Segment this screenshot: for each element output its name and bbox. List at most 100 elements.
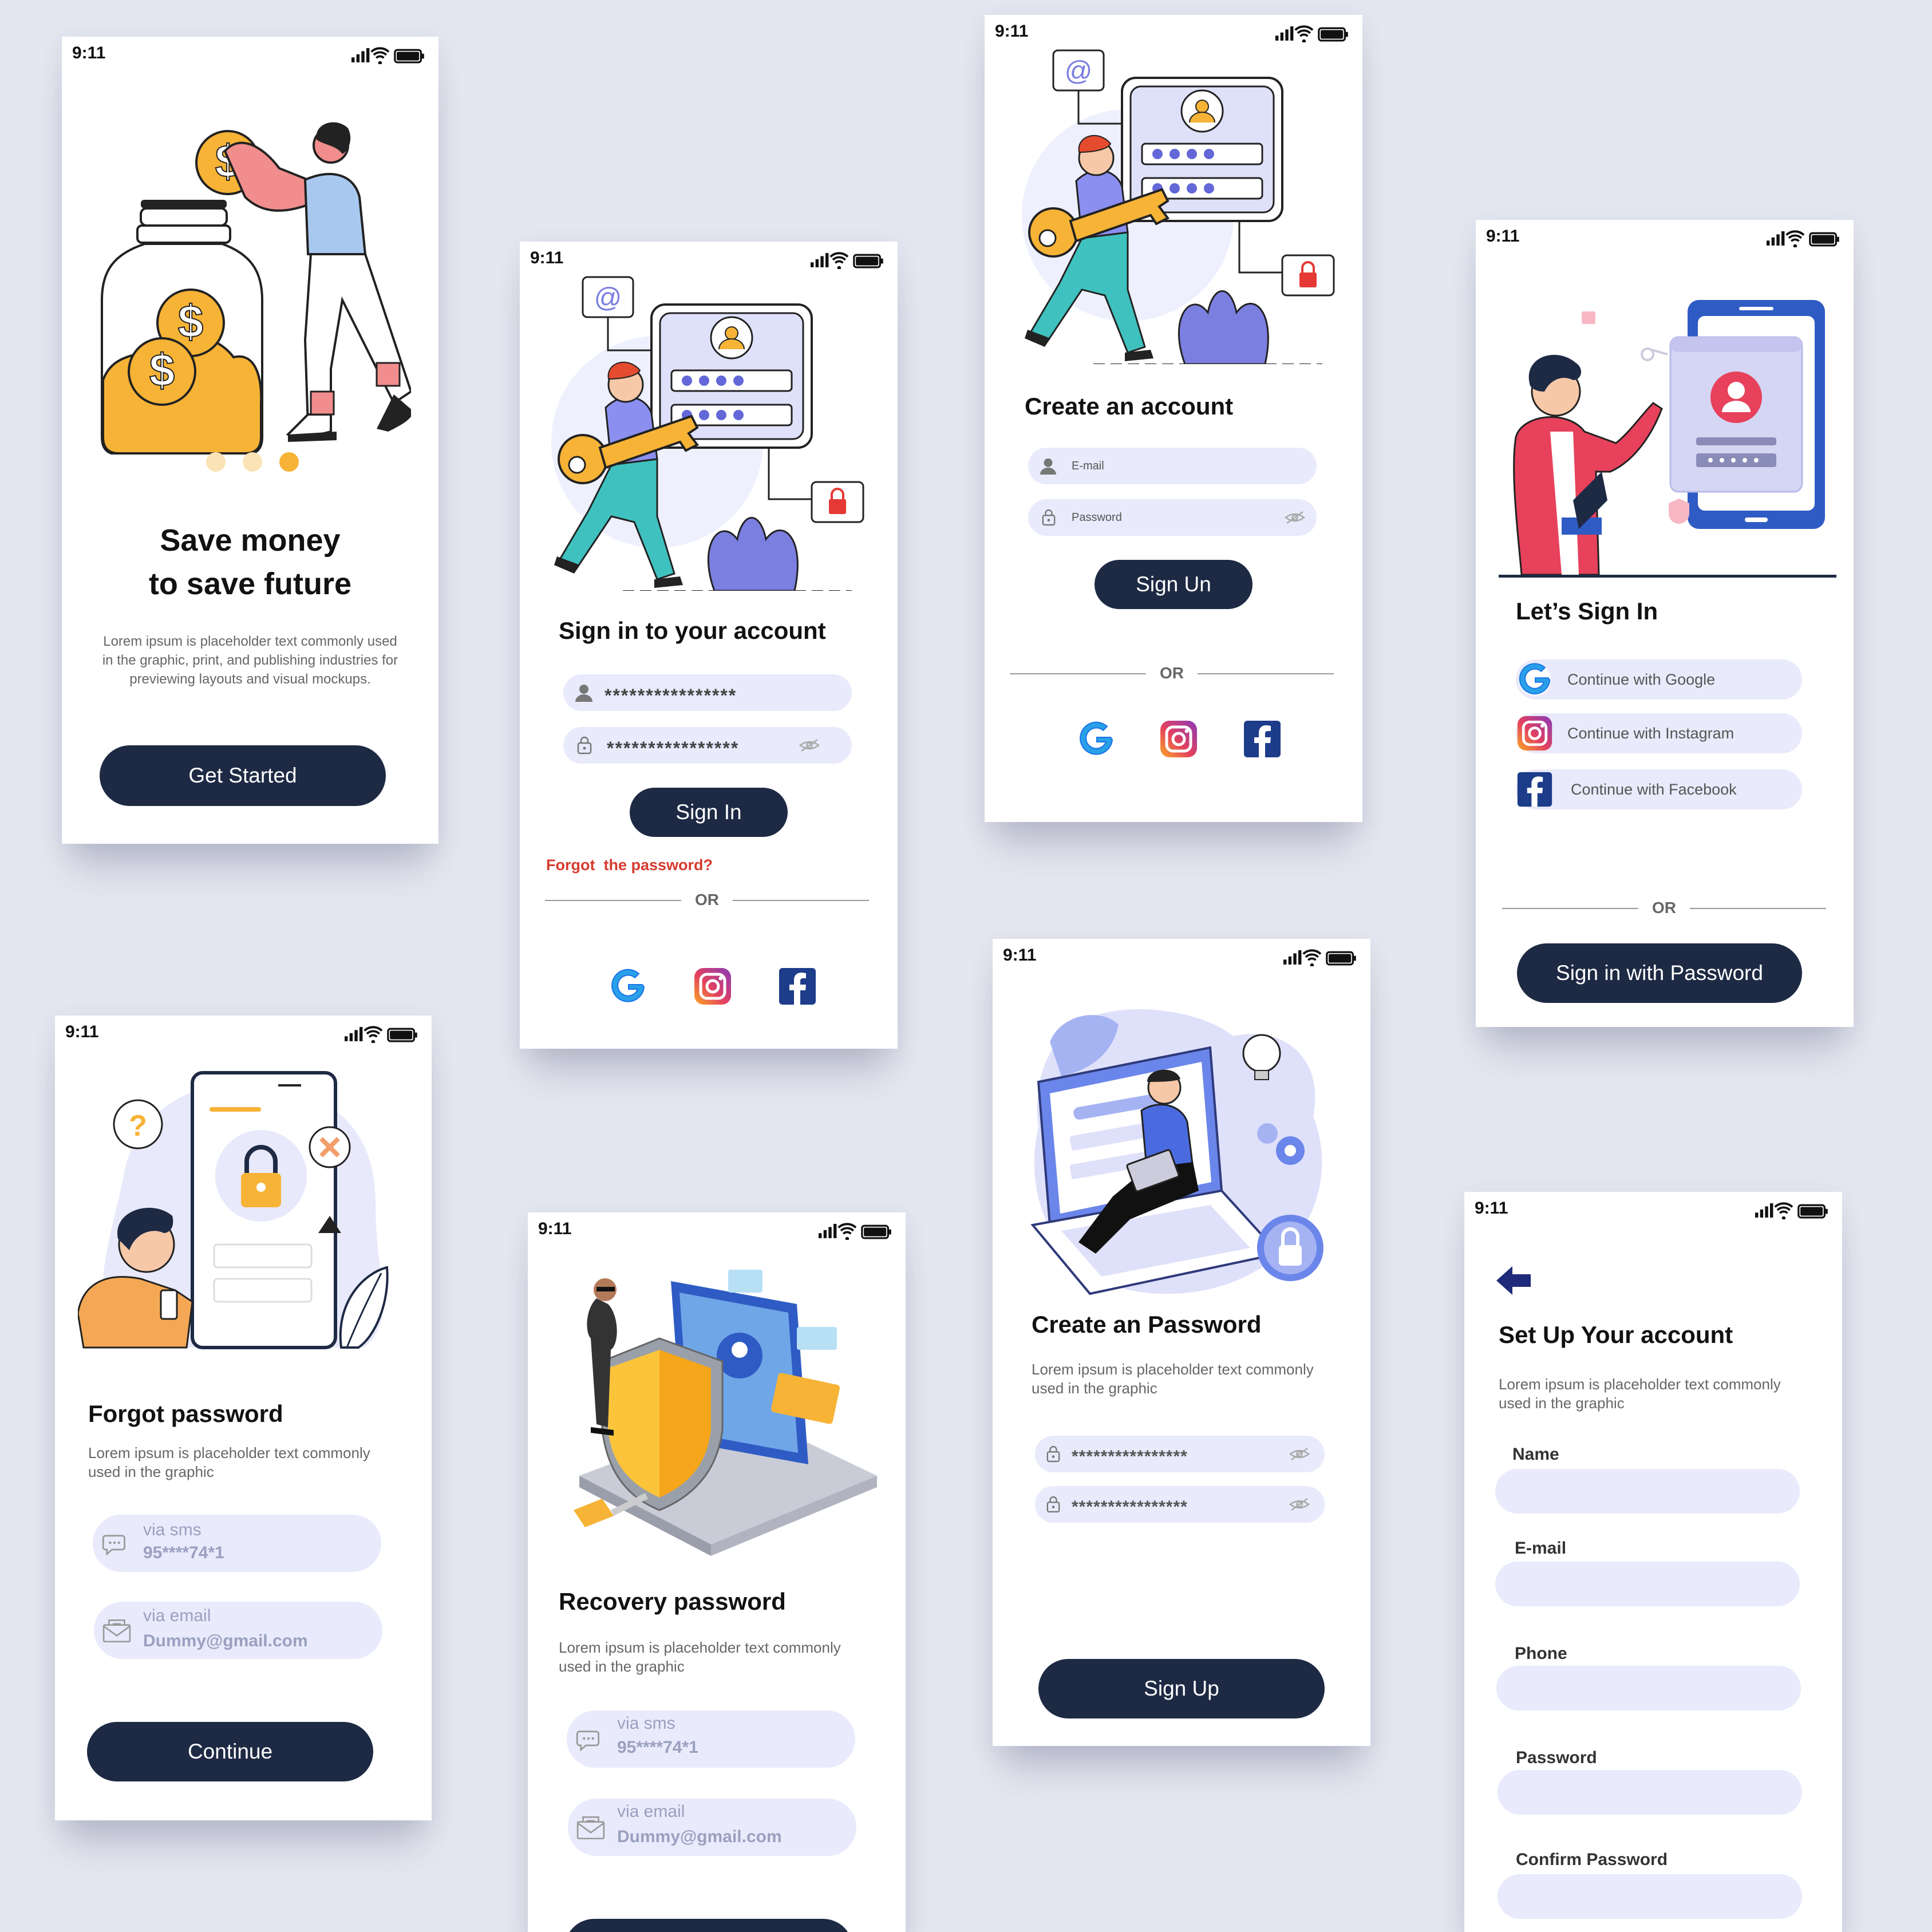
page-title: Create an Password [1032, 1311, 1262, 1338]
header-underline [1499, 575, 1836, 578]
page-title: Save money to save future [62, 519, 438, 606]
page-description: Lorem ipsum is placeholder text commonly… [102, 634, 398, 687]
facebook-icon[interactable] [777, 966, 817, 1006]
svg-text:@: @ [1065, 56, 1093, 86]
svg-text:?: ? [129, 1109, 147, 1143]
google-icon[interactable] [1076, 719, 1116, 759]
phone-label: Phone [1515, 1644, 1567, 1663]
or-divider: OR [1502, 896, 1826, 919]
page-description: Lorem ipsum is placeholder text commonly… [1499, 1376, 1781, 1412]
key-login-illustration: @ [1022, 49, 1335, 364]
status-icons [351, 47, 425, 64]
status-bar: 9:11 [55, 1016, 432, 1056]
continue-google-button[interactable]: Continue with Google [1516, 659, 1802, 700]
email-label: via email [143, 1606, 211, 1625]
password-field[interactable]: Password [1028, 499, 1317, 536]
status-bar: 9:11 [1464, 1192, 1842, 1232]
name-label: Name [1512, 1445, 1559, 1464]
password-placeholder: Password [1072, 511, 1122, 524]
instagram-icon[interactable] [1159, 719, 1199, 759]
continue-button[interactable]: Continue [87, 1722, 373, 1781]
status-icons [1283, 949, 1357, 966]
sign-in-button[interactable]: Sign In [630, 788, 788, 837]
divider-line-right [1690, 908, 1826, 909]
lock-icon [1046, 1445, 1060, 1463]
sms-label: via sms [617, 1714, 675, 1733]
chat-icon [576, 1730, 599, 1751]
instagram-icon[interactable] [693, 966, 733, 1006]
via-email-option[interactable]: via email Dummy@gmail.com [94, 1602, 382, 1659]
page-title: Forgot password [88, 1400, 283, 1427]
confirm-password-field[interactable]: **************** [1035, 1486, 1325, 1523]
password-field[interactable]: **************** [563, 727, 852, 764]
sign-in-with-password-button[interactable]: Sign in with Password [1517, 943, 1802, 1003]
savings-jar-illustration: $ $ $ [101, 122, 411, 455]
lock-icon [1042, 509, 1056, 526]
svg-text:$: $ [178, 296, 204, 347]
facebook-icon[interactable] [1242, 719, 1282, 759]
status-time: 9:11 [995, 22, 1029, 41]
email-value: Dummy@gmail.com [143, 1631, 308, 1650]
security-shield-illustration [574, 1270, 877, 1556]
status-time: 9:11 [72, 44, 106, 62]
page-dot-2[interactable] [243, 452, 262, 472]
forgot-password-screen: 9:11 ? Forgot password Lorem ipsum is pl… [55, 1016, 432, 1820]
phone-input[interactable] [1496, 1666, 1801, 1710]
status-icons [819, 1223, 892, 1240]
page-title: Let’s Sign In [1516, 598, 1658, 625]
title-line-1: Save money [160, 523, 341, 558]
continue-google-label: Continue with Google [1567, 670, 1716, 688]
lock-icon [577, 736, 592, 754]
page-title: Recovery password [559, 1588, 786, 1615]
lock-icon [1046, 1496, 1060, 1513]
user-icon [1040, 458, 1057, 475]
page-description: Lorem ipsum is placeholder text commonly… [559, 1639, 841, 1675]
divider-line-right [1198, 673, 1334, 674]
sms-label: via sms [143, 1520, 202, 1539]
sms-value: 95****74*1 [617, 1738, 698, 1757]
eye-off-icon[interactable] [1289, 1498, 1310, 1511]
status-time: 9:11 [1486, 227, 1520, 246]
back-arrow-icon[interactable] [1495, 1265, 1533, 1296]
status-icons [1275, 25, 1349, 42]
sign-up-button[interactable]: Sign Un [1095, 560, 1253, 609]
email-placeholder: E-mail [1072, 459, 1104, 472]
create-password-screen: 9:11 Create an Password Lorem ipsum is p… [993, 939, 1370, 1746]
via-email-option[interactable]: via email Dummy@gmail.com [568, 1799, 856, 1856]
google-icon[interactable] [608, 966, 648, 1006]
create-account-screen: 9:11 @ Create an account E-mail Password… [985, 15, 1362, 822]
confirm-password-input[interactable] [1498, 1874, 1802, 1919]
key-login-illustration: @ [551, 276, 864, 591]
setup-account-screen: 9:11 Set Up Your account Lorem ipsum is … [1464, 1192, 1842, 1932]
via-sms-option[interactable]: via sms 95****74*1 [93, 1515, 381, 1572]
continue-instagram-button[interactable]: Continue with Instagram [1516, 713, 1802, 753]
user-icon [575, 685, 592, 702]
get-started-button[interactable]: Get Started [100, 745, 386, 806]
page-dot-1[interactable] [206, 452, 226, 472]
page-description: Lorem ipsum is placeholder text commonly… [1032, 1361, 1314, 1397]
continue-facebook-label: Continue with Facebook [1571, 780, 1737, 798]
name-input[interactable] [1495, 1469, 1800, 1514]
page-dot-3-active[interactable] [279, 452, 299, 472]
eye-off-icon[interactable] [1285, 511, 1305, 524]
eye-off-icon[interactable] [799, 738, 820, 752]
password-field[interactable]: **************** [1035, 1436, 1325, 1472]
email-field[interactable]: E-mail [1028, 448, 1317, 484]
page-title: Set Up Your account [1499, 1321, 1733, 1348]
status-bar: 9:11 [1476, 220, 1854, 260]
forgot-password-link[interactable]: Forgot the password? [546, 856, 713, 874]
continue-button-partial[interactable] [564, 1919, 853, 1932]
continue-facebook-button[interactable]: Continue with Facebook [1516, 769, 1802, 809]
status-icons [811, 252, 884, 269]
via-sms-option[interactable]: via sms 95****74*1 [567, 1710, 855, 1768]
status-icons [1755, 1202, 1829, 1219]
status-time: 9:11 [1003, 946, 1037, 965]
lets-signin-screen: 9:11 Let’s Sign In Continue with Google … [1476, 220, 1854, 1027]
eye-off-icon[interactable] [1289, 1447, 1310, 1461]
sign-up-button[interactable]: Sign Up [1038, 1659, 1325, 1718]
confirm-password-value: **************** [1072, 1498, 1188, 1516]
username-field[interactable]: **************** [563, 674, 852, 711]
email-input[interactable] [1495, 1562, 1800, 1606]
password-input[interactable] [1498, 1770, 1802, 1815]
status-time: 9:11 [538, 1219, 572, 1238]
